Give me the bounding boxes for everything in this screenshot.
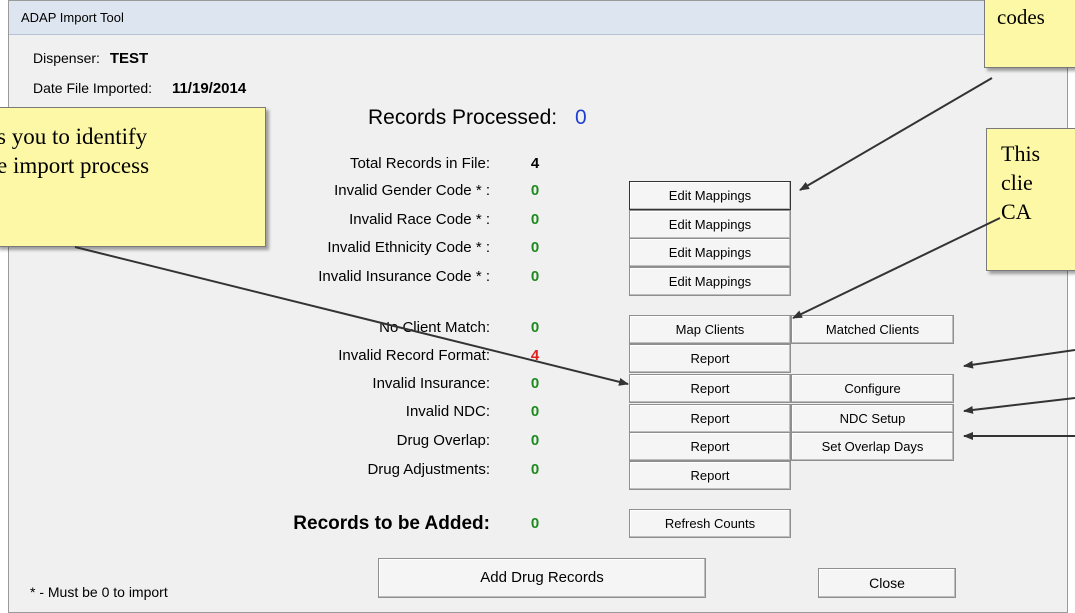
callout-identify: s you to identify e import process	[0, 107, 266, 247]
records-to-add-label: Records to be Added:	[293, 513, 490, 534]
row-label: Invalid Gender Code * :	[334, 182, 490, 199]
refresh-counts-button[interactable]: Refresh Counts	[629, 509, 791, 538]
callout-identify-line1: s you to identify	[0, 124, 148, 149]
dispenser-label-text: Dispenser:	[33, 50, 100, 66]
row-count: 0	[530, 403, 540, 420]
callout-codes-text: codes	[997, 5, 1045, 29]
row-label: Invalid Ethnicity Code * :	[327, 239, 490, 256]
records-processed-label: Records Processed:	[368, 106, 558, 129]
row-count: 0	[530, 432, 540, 449]
row-count: 0	[530, 461, 540, 478]
report-button[interactable]: Report	[629, 344, 791, 373]
edit-mappings-button[interactable]: Edit Mappings	[629, 238, 791, 267]
callout-identify-line2: e import process	[0, 153, 150, 178]
edit-mappings-button[interactable]: Edit Mappings	[629, 267, 791, 296]
window-title: ADAP Import Tool	[9, 1, 1067, 35]
row-label: Total Records in File:	[349, 155, 490, 172]
callout-clients: This clie CA	[986, 128, 1075, 271]
dispenser-label: Dispenser: TEST	[33, 50, 148, 67]
report-button[interactable]: Report	[629, 404, 791, 433]
row-count: 4	[530, 347, 540, 364]
report-button[interactable]: Report	[629, 432, 791, 461]
edit-mappings-button[interactable]: Edit Mappings	[629, 181, 791, 210]
row-label: Invalid Insurance Code * :	[318, 268, 490, 285]
matched-clients-button[interactable]: Matched Clients	[791, 315, 954, 344]
row-label: Drug Adjustments:	[367, 461, 490, 478]
add-drug-records-button[interactable]: Add Drug Records	[378, 558, 706, 598]
row-label: Drug Overlap:	[396, 432, 490, 449]
map-clients-button[interactable]: Map Clients	[629, 315, 791, 344]
ndc-setup-button[interactable]: NDC Setup	[791, 404, 954, 433]
records-processed: Records Processed: 0	[368, 106, 587, 130]
row-label: Invalid Race Code * :	[349, 211, 490, 228]
row-count: 0	[530, 375, 540, 392]
row-count: 0	[530, 268, 540, 285]
row-label: Invalid Insurance:	[372, 375, 490, 392]
row-count: 0	[530, 182, 540, 199]
row-label: Invalid NDC:	[405, 403, 490, 420]
row-label: Invalid Record Format:	[338, 347, 490, 364]
callout-clients-line1: This	[1001, 141, 1041, 166]
dispenser-value: TEST	[109, 50, 149, 67]
callout-clients-line2: clie	[1001, 170, 1033, 195]
row-count: 4	[530, 155, 540, 172]
row-count: 0	[530, 239, 540, 256]
date-imported-label: Date File Imported:	[33, 80, 153, 96]
date-imported: Date File Imported: 11/19/2014	[33, 80, 246, 97]
report-button[interactable]: Report	[629, 374, 791, 403]
edit-mappings-button[interactable]: Edit Mappings	[629, 210, 791, 239]
set-overlap-days-button[interactable]: Set Overlap Days	[791, 432, 954, 461]
callout-codes: codes	[984, 0, 1075, 68]
close-button[interactable]: Close	[818, 568, 956, 598]
date-imported-value: 11/19/2014	[171, 80, 247, 97]
row-count: 0	[530, 319, 540, 336]
must-be-zero-note: * - Must be 0 to import	[30, 584, 168, 600]
report-button[interactable]: Report	[629, 461, 791, 490]
records-to-add-count: 0	[530, 515, 540, 532]
configure-button[interactable]: Configure	[791, 374, 954, 403]
row-count: 0	[530, 211, 540, 228]
callout-clients-line3: CA	[1001, 199, 1032, 224]
records-processed-value: 0	[574, 106, 587, 129]
row-label: No Client Match:	[379, 319, 490, 336]
